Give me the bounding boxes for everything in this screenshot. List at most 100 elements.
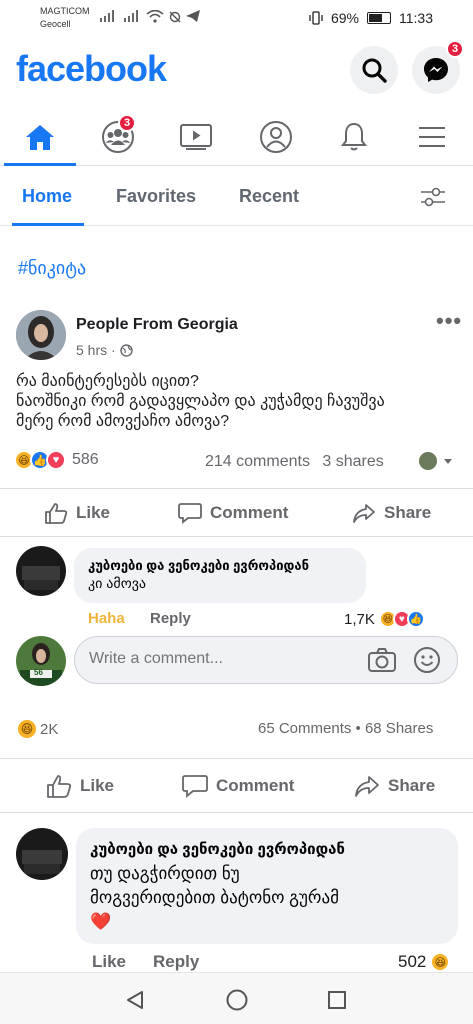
like-reaction-icon: 👍 <box>406 610 425 628</box>
comment-author[interactable]: კუბოები და ვენოკები ევროპიდან <box>90 840 444 858</box>
menu-icon <box>419 127 445 147</box>
nav-menu[interactable] <box>402 114 462 160</box>
coffin-avatar-image <box>16 546 66 596</box>
nav-notifications[interactable] <box>324 114 384 160</box>
post-stats[interactable]: 214 comments 3 shares <box>205 453 384 471</box>
comment-reaction-count: 1,7K <box>344 610 375 628</box>
signal-icon-2 <box>124 10 138 22</box>
share-button[interactable]: Share <box>352 502 431 524</box>
system-nav-bar <box>0 972 473 1024</box>
telegram-icon <box>186 10 200 22</box>
divider <box>0 812 473 813</box>
tab-active-indicator <box>12 223 84 226</box>
circle-home-icon <box>226 989 248 1011</box>
tab-favorites[interactable]: Favorites <box>116 186 196 207</box>
filter-icon[interactable] <box>420 186 446 208</box>
share-label: Share <box>384 503 432 522</box>
battery-icon <box>367 12 391 24</box>
comment-reactions[interactable]: 1,7K 😆 ♥ 👍 <box>344 610 425 628</box>
commenter-avatar[interactable] <box>16 546 66 596</box>
haha-reaction-icon: 😆 <box>16 718 38 740</box>
nav-friends[interactable]: 3 <box>88 114 148 160</box>
friends-badge: 3 <box>118 114 136 132</box>
back-icon <box>127 991 143 1009</box>
app-header: facebook 3 <box>0 40 473 100</box>
battery-fill <box>369 14 383 22</box>
square-recents-icon <box>328 991 346 1009</box>
feed-tabs: Home Favorites Recent <box>0 168 473 226</box>
comment-count[interactable]: 214 comments <box>205 453 310 470</box>
like-label: Like <box>80 776 115 795</box>
battery-percent: 69% <box>330 10 359 26</box>
post-reactions[interactable]: 😆 👍 ♥ 586 <box>14 450 99 470</box>
heart-emoji: ❤️ <box>90 912 112 931</box>
home-system-button[interactable] <box>224 987 250 1013</box>
comment-author[interactable]: კუბოები და ვენოკები ევროპიდან <box>88 558 352 574</box>
comment-bubble-2[interactable]: კუბოები და ვენოკები ევროპიდან თუ დაგჭირდ… <box>76 828 458 944</box>
audience-avatar-icon[interactable] <box>418 451 454 471</box>
comment-input[interactable] <box>89 650 349 668</box>
post-author[interactable]: People From Georgia <box>76 316 238 334</box>
like-comment-button[interactable]: Like <box>92 952 126 972</box>
post-text-line: ნაოშნიკი რომ გადავყლაპო და კუჭამდე ჩავუშ… <box>16 393 385 410</box>
like-button[interactable]: Like <box>44 502 110 524</box>
share-count[interactable]: 3 shares <box>322 453 383 470</box>
page-avatar[interactable] <box>16 310 66 360</box>
messenger-badge: 3 <box>446 40 464 58</box>
coffin-avatar-image <box>16 828 68 880</box>
more-options-icon[interactable]: ••• <box>436 308 462 334</box>
recents-button[interactable] <box>324 987 350 1013</box>
tab-recent[interactable]: Recent <box>239 186 299 207</box>
share-button-2[interactable]: Share <box>354 774 435 798</box>
comment-label: Comment <box>216 776 295 795</box>
user-avatar[interactable]: 56 <box>16 636 66 686</box>
comment-reaction-count: 502 <box>398 952 427 971</box>
second-action-bar: Like Comment Share <box>0 764 473 810</box>
search-button[interactable] <box>350 46 398 94</box>
comment-reactions-2[interactable]: 502 😆 <box>398 952 451 972</box>
divider <box>0 758 473 759</box>
reply-button[interactable]: Reply <box>150 610 191 627</box>
tab-home[interactable]: Home <box>22 186 72 207</box>
haha-reacted-label[interactable]: Haha <box>88 610 125 627</box>
alarm-icon <box>169 11 181 23</box>
comment-button-2[interactable]: Comment <box>182 774 294 798</box>
nav-home[interactable] <box>10 114 70 160</box>
vibrate-icon <box>309 11 323 25</box>
share-label: Share <box>388 776 436 795</box>
nav-watch[interactable] <box>166 114 226 160</box>
reaction-count: 586 <box>72 451 99 468</box>
commenter-avatar-2[interactable] <box>16 828 68 880</box>
second-post-reactions[interactable]: 😆 2K <box>16 718 58 740</box>
carrier-2: Geocell <box>40 19 71 29</box>
reaction-count-2: 2K <box>40 720 59 738</box>
messenger-button[interactable]: 3 <box>412 40 464 94</box>
profile-icon <box>260 121 292 153</box>
signal-icon <box>100 10 114 22</box>
comment-button[interactable]: Comment <box>178 502 288 524</box>
like-button-2[interactable]: Like <box>46 774 114 798</box>
carrier-info: MAGTICOM Geocell <box>40 5 90 31</box>
like-icon <box>45 503 68 524</box>
reply-button-2[interactable]: Reply <box>153 952 199 972</box>
love-reaction-icon: ♥ <box>46 450 66 470</box>
watch-icon <box>180 124 212 150</box>
camera-icon[interactable] <box>367 647 397 673</box>
nav-profile[interactable] <box>246 114 306 160</box>
write-comment-box[interactable] <box>74 636 458 684</box>
avatar-image <box>16 310 66 360</box>
emoji-icon[interactable] <box>413 646 441 674</box>
comment-text-line: თუ დაგჭირდით ნუ <box>90 864 240 883</box>
comment-icon <box>178 503 202 524</box>
divider <box>0 536 473 537</box>
comment-label: Comment <box>210 503 289 522</box>
comment-text: თუ დაგჭირდით ნუ მოგვერიდებით ბატონო გურა… <box>90 862 444 934</box>
back-button[interactable] <box>122 987 148 1013</box>
like-label: Like <box>76 503 111 522</box>
post-time: 5 hrs · <box>76 342 120 358</box>
user-avatar-image <box>16 636 66 686</box>
comment-bubble[interactable]: კუბოები და ვენოკები ევროპიდან კი ამოვა <box>74 548 366 603</box>
hashtag-link[interactable]: #ნიკიტა <box>18 258 86 279</box>
avatar-badge-label: 56 <box>34 668 43 677</box>
comments-shares-count[interactable]: 65 Comments • 68 Shares <box>258 720 433 737</box>
